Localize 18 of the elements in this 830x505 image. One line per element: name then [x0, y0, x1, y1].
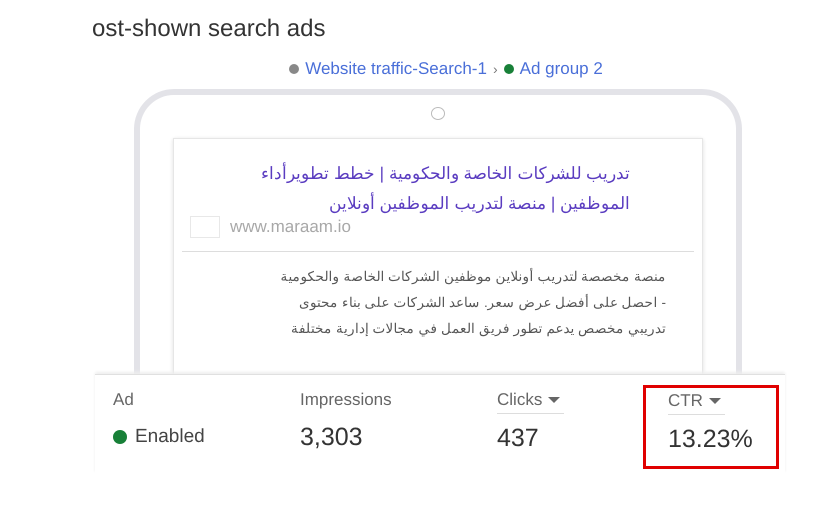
ad-url: www.maraam.io — [230, 216, 351, 237]
column-header[interactable]: CTR — [668, 388, 725, 415]
status-label: Enabled — [135, 426, 205, 448]
metric-value: 13.23% — [668, 424, 754, 455]
ad-description: منصة مخصصة لتدريب أونلاين موظفين الشركات الخاصة والحكومية - احصل على أفضل عرض سعر. ساعد الشركات على بناء محتوى تدريبي مخصص يدعم تطور فريق العمل في مجالات إدارية مختلفة — [280, 266, 667, 338]
metric-value: 3,303 — [300, 422, 364, 453]
camera-icon — [431, 107, 445, 120]
ad-headline[interactable]: تدريب للشركات الخاصة والحكومية | خطط تطويرأداء الموظفين | منصة لتدريب الموظفين أونلاين — [190, 158, 730, 219]
sort-icon — [548, 397, 560, 403]
page-title: ost-shown search ads — [92, 14, 326, 44]
metric-value: 437 — [497, 423, 540, 454]
column-header: Impressions — [300, 389, 392, 411]
chevron-icon: › — [492, 61, 498, 77]
breadcrumb-link[interactable]: Ad group 2 — [520, 59, 603, 79]
sort-icon — [708, 398, 721, 404]
column-header: Ad — [113, 389, 134, 411]
breadcrumb-link[interactable]: Website traffic-Search-1 — [305, 59, 487, 79]
column-header[interactable]: Clicks — [497, 387, 564, 414]
